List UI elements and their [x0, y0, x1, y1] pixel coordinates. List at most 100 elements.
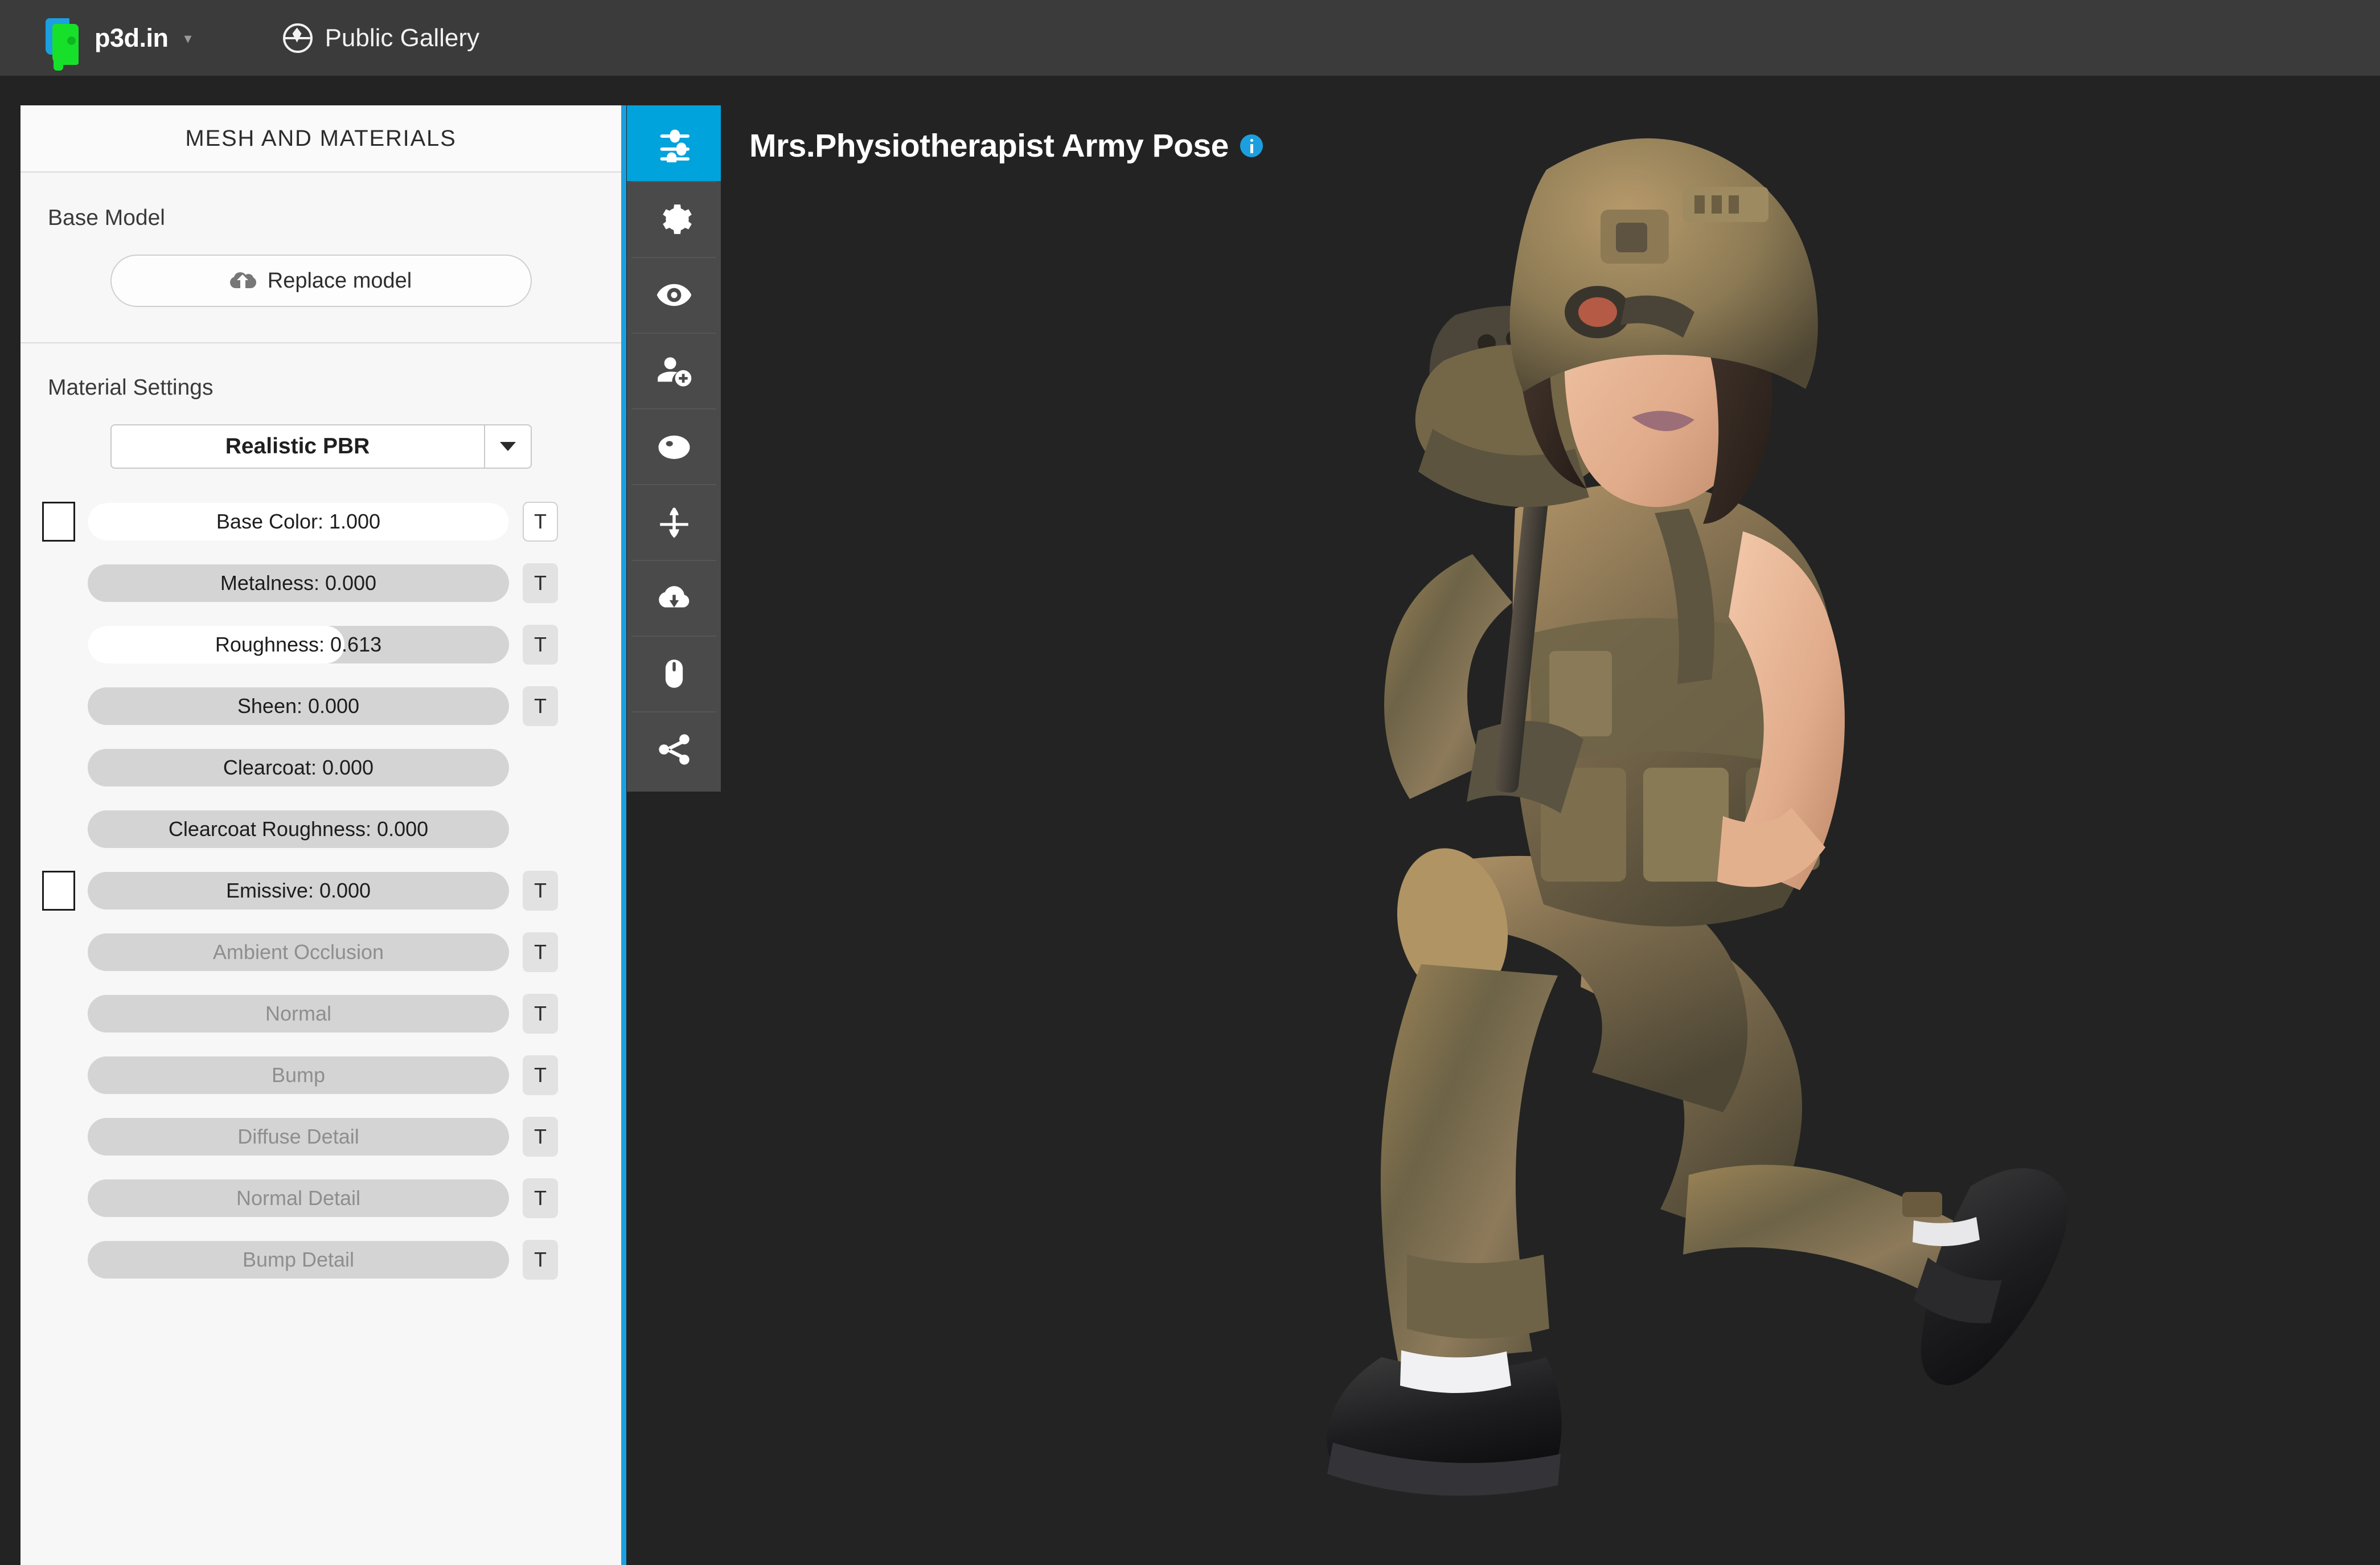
tool-download[interactable]: [627, 560, 721, 636]
sphere-icon: [658, 435, 690, 459]
replace-model-button[interactable]: Replace model: [110, 255, 532, 307]
texture-button-normal-detail[interactable]: T: [523, 1178, 558, 1218]
swatch-placeholder: [42, 563, 75, 603]
material-row-roughness: Roughness: 0.613 T: [20, 620, 621, 669]
cloud-upload-icon: [229, 271, 256, 290]
shader-select[interactable]: Realistic PBR: [110, 424, 532, 469]
chevron-down-icon[interactable]: [483, 425, 531, 468]
view-toolbar: [627, 105, 721, 792]
slider-emissive[interactable]: Emissive: 0.000: [88, 872, 509, 909]
texture-button-bump[interactable]: T: [523, 1055, 558, 1095]
material-settings-section: Material Settings Realistic PBR Base Col…: [20, 343, 621, 1284]
slider-label: Emissive: 0.000: [225, 879, 371, 902]
swatch-placeholder: [42, 1240, 75, 1280]
material-row-normal-detail: Normal Detail T: [20, 1174, 621, 1223]
public-gallery-label: Public Gallery: [325, 23, 479, 52]
panel-title: MESH AND MATERIALS: [20, 105, 621, 173]
slider-label: Base Color: 1.000: [216, 510, 381, 533]
public-gallery-link[interactable]: Public Gallery: [282, 23, 479, 53]
tool-visibility[interactable]: [627, 257, 721, 333]
gear-icon: [662, 204, 692, 234]
slider-clearcoat-roughness[interactable]: Clearcoat Roughness: 0.000: [88, 810, 509, 848]
tool-add-person[interactable]: [627, 333, 721, 408]
slider-metalness[interactable]: Metalness: 0.000: [88, 564, 509, 602]
texture-button-sheen[interactable]: T: [523, 686, 558, 726]
sliders-icon: [660, 129, 690, 162]
swatch-placeholder: [42, 748, 75, 788]
material-row-metalness: Metalness: 0.000 T: [20, 559, 621, 608]
slider-ambient-occlusion: Ambient Occlusion: [88, 933, 509, 971]
slider-label: Clearcoat: 0.000: [223, 756, 374, 779]
slider-sheen[interactable]: Sheen: 0.000: [88, 687, 509, 725]
texture-button-ambient-occlusion[interactable]: T: [523, 932, 558, 972]
color-swatch-emissive[interactable]: [42, 871, 75, 911]
tool-settings[interactable]: [627, 181, 721, 257]
swatch-placeholder: [42, 932, 75, 972]
mouse-icon: [665, 659, 683, 688]
material-row-normal: Normal T: [20, 989, 621, 1038]
base-model-label: Base Model: [48, 206, 165, 230]
slider-label: Normal Detail: [236, 1186, 361, 1210]
material-settings-label: Material Settings: [48, 375, 214, 400]
slider-label: Sheen: 0.000: [237, 694, 360, 718]
material-row-bump: Bump T: [20, 1051, 621, 1100]
top-bar: p3d.in ▾ Public Gallery: [0, 0, 2380, 76]
slider-label: Clearcoat Roughness: 0.000: [168, 817, 429, 841]
shader-selected-value: Realistic PBR: [225, 434, 370, 458]
swatch-placeholder: [42, 1178, 75, 1218]
tool-controls[interactable]: [627, 636, 721, 711]
p3d-logo-icon: [44, 14, 82, 71]
swatch-placeholder: [42, 1055, 75, 1095]
model-title-bar: Mrs.Physiotherapist Army Pose: [749, 127, 1263, 165]
slider-normal-detail: Normal Detail: [88, 1179, 509, 1217]
globe-icon: [282, 23, 313, 53]
material-row-ambient-occlusion: Ambient Occlusion T: [20, 928, 621, 977]
slider-label: Bump Detail: [242, 1248, 355, 1271]
slider-label: Diffuse Detail: [237, 1125, 359, 1148]
chevron-down-icon[interactable]: ▾: [184, 31, 192, 46]
share-icon: [658, 734, 690, 765]
slider-bump-detail: Bump Detail: [88, 1241, 509, 1279]
info-icon[interactable]: [1240, 134, 1263, 157]
slider-normal: Normal: [88, 995, 509, 1033]
eye-icon: [656, 284, 691, 306]
tool-anchor[interactable]: [627, 484, 721, 560]
slider-clearcoat[interactable]: Clearcoat: 0.000: [88, 749, 509, 786]
slider-label: Bump: [271, 1063, 326, 1087]
brand-link[interactable]: p3d.in ▾: [44, 14, 192, 71]
material-row-clearcoat: Clearcoat: 0.000T: [20, 743, 621, 792]
material-row-emissive: Emissive: 0.000 T: [20, 866, 621, 915]
tool-environment[interactable]: [627, 408, 721, 484]
material-row-clearcoat-roughness: Clearcoat Roughness: 0.000T: [20, 805, 621, 854]
texture-button-diffuse-detail[interactable]: T: [523, 1117, 558, 1157]
slider-bump: Bump: [88, 1056, 509, 1094]
swatch-placeholder: [42, 809, 75, 849]
person-add-icon: [657, 357, 691, 386]
color-swatch-base-color[interactable]: [42, 502, 75, 542]
texture-button-bump-detail[interactable]: T: [523, 1240, 558, 1280]
tool-share[interactable]: [627, 711, 721, 787]
material-slider-list: Base Color: 1.000 T Metalness: 0.000 T Rough…: [20, 497, 621, 1284]
texture-button-normal[interactable]: T: [523, 994, 558, 1034]
page-title: Mrs.Physiotherapist Army Pose: [749, 128, 1229, 164]
material-row-bump-detail: Bump Detail T: [20, 1235, 621, 1284]
material-row-sheen: Sheen: 0.000 T: [20, 682, 621, 731]
anchor-icon: [659, 507, 688, 538]
texture-button-base-color[interactable]: T: [523, 502, 558, 542]
slider-label: Ambient Occlusion: [212, 940, 384, 964]
model-viewport[interactable]: Mrs.Physiotherapist Army Pose: [721, 76, 2380, 1565]
texture-button-roughness[interactable]: T: [523, 625, 558, 665]
material-row-base-color: Base Color: 1.000 T: [20, 497, 621, 546]
texture-button-emissive[interactable]: T: [523, 871, 558, 911]
slider-base-color[interactable]: Base Color: 1.000: [88, 503, 509, 540]
texture-button-metalness[interactable]: T: [523, 563, 558, 603]
replace-model-label: Replace model: [267, 268, 412, 293]
slider-diffuse-detail: Diffuse Detail: [88, 1118, 509, 1156]
model-render[interactable]: [721, 76, 2380, 1565]
tool-mesh-and-materials[interactable]: [627, 105, 721, 181]
slider-roughness[interactable]: Roughness: 0.613: [88, 626, 509, 663]
slider-label: Roughness: 0.613: [215, 633, 382, 656]
swatch-placeholder: [42, 686, 75, 726]
swatch-placeholder: [42, 1117, 75, 1157]
base-model-section: Base Model Replace model: [20, 173, 621, 343]
